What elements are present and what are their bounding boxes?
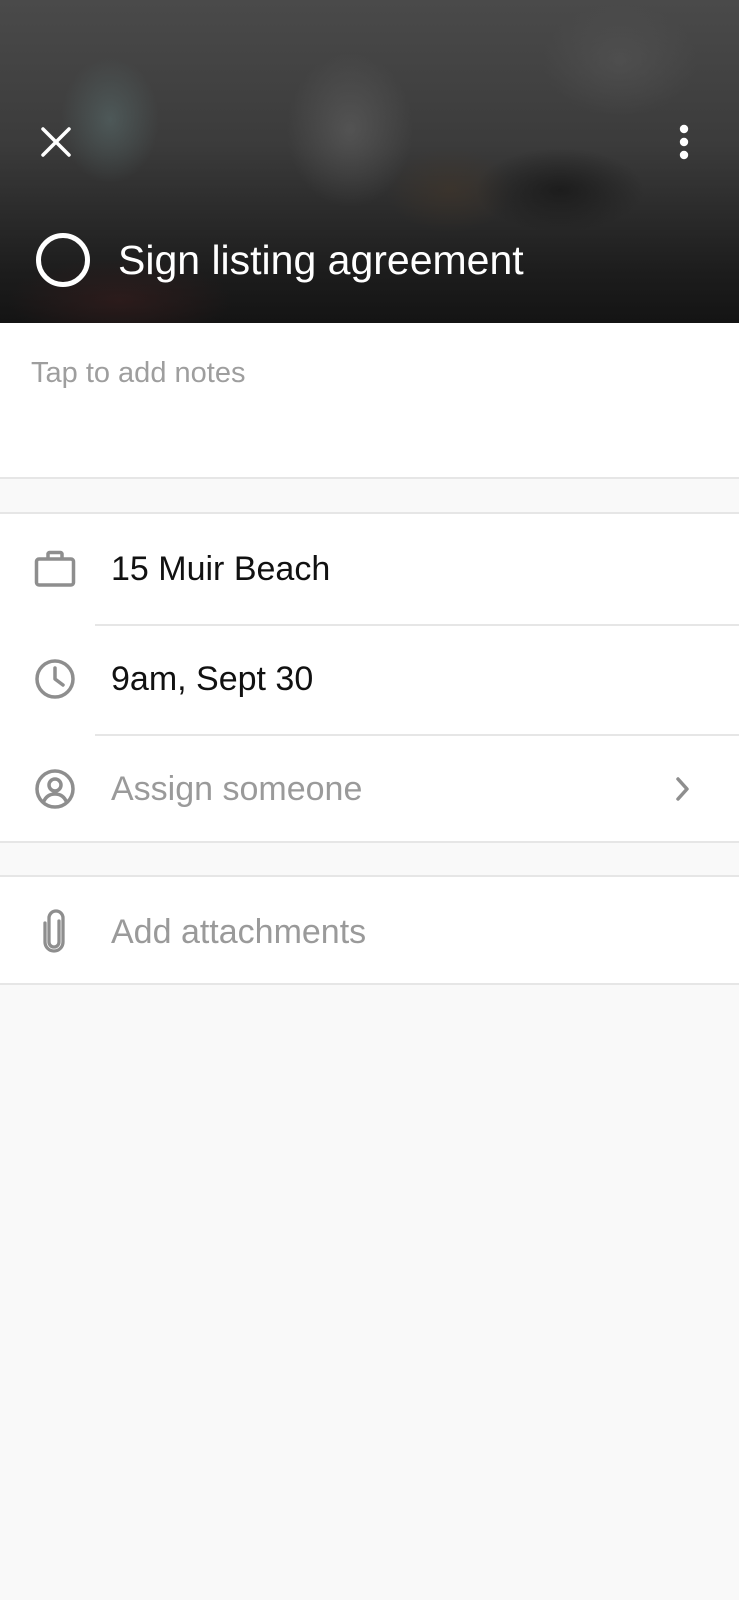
close-button[interactable] [30,116,82,168]
task-header: Sign listing agreement [0,0,739,323]
attachments-row[interactable]: Add attachments [0,877,739,987]
notes-placeholder[interactable]: Tap to add notes [31,357,245,390]
due-date-value: 9am, Sept 30 [111,659,314,698]
assignee-row[interactable]: Assign someone [0,734,739,844]
paperclip-icon [32,909,78,955]
more-vertical-icon [679,124,689,160]
attachments-placeholder: Add attachments [111,912,367,951]
task-title[interactable]: Sign listing agreement [118,237,524,284]
property-value: 15 Muir Beach [111,549,331,588]
property-row[interactable]: 15 Muir Beach [0,514,739,624]
due-date-row[interactable]: 9am, Sept 30 [0,624,739,734]
briefcase-icon [32,546,78,592]
attachments-group: Add attachments [0,875,739,985]
chevron-right-icon [668,774,698,804]
title-row: Sign listing agreement [36,232,524,288]
task-details-group: 15 Muir Beach 9am, Sept 30 Assign someon… [0,512,739,843]
more-options-button[interactable] [658,116,710,168]
complete-task-toggle[interactable] [36,233,90,287]
user-circle-icon [32,766,78,812]
clock-icon [32,656,78,702]
assignee-placeholder: Assign someone [111,769,363,808]
notes-section[interactable]: Tap to add notes [0,323,739,479]
close-icon [41,127,71,157]
